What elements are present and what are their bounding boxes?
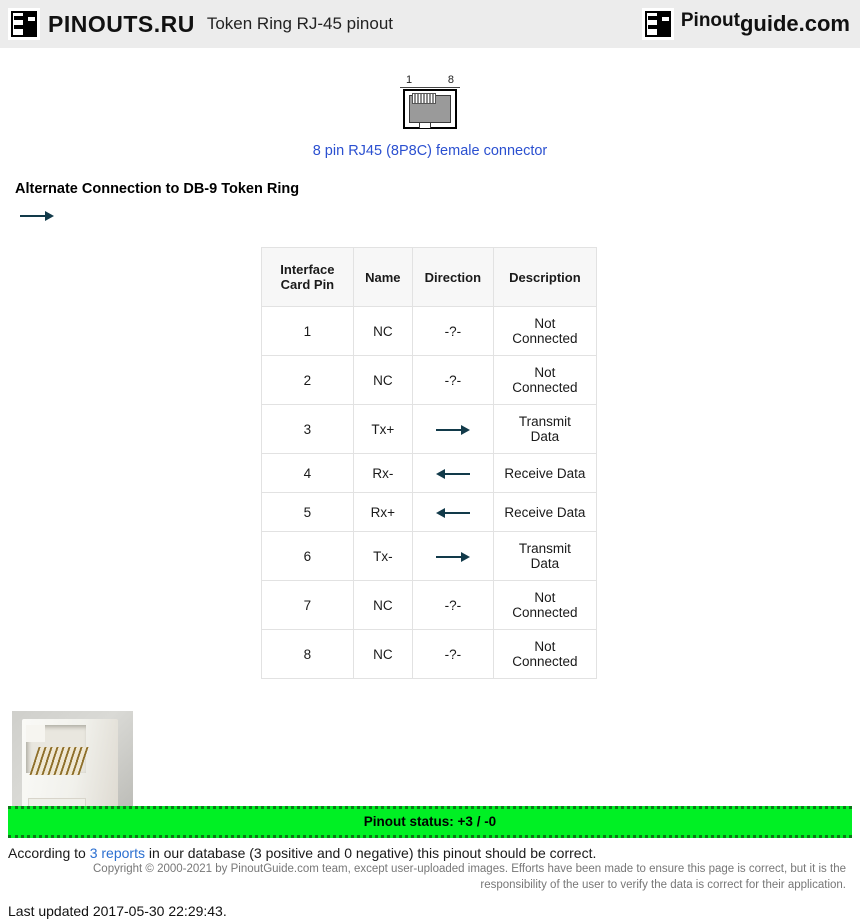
reports-link[interactable]: 3 reports [90,845,145,861]
cell-name: Tx- [352,531,413,581]
cell-name: NC [352,629,413,679]
brand-name: PINOUTS.RU [48,10,195,37]
pinout-table-body: 1 NC -?- Not Connected 2 NC -?- Not Conn… [261,306,598,679]
section-lead-arrow [20,207,54,225]
connector-caption-link[interactable]: 8 pin RJ45 (8P8C) female connector [313,143,548,159]
footer-area: Copyright © 2000-2021 by PinoutGuide.com… [0,862,860,919]
cell-description: Receive Data [492,492,598,532]
table-row: 3 Tx+ Transmit Data [261,404,598,454]
cell-name: NC [352,580,413,630]
site-header: PINOUTS.RU Token Ring RJ-45 pinout Pinou… [0,0,860,48]
cell-pin: 1 [261,306,354,356]
cell-description: Not Connected [492,306,598,356]
cell-direction: -?- [411,629,494,679]
wordmark-guide-com: guide.com [739,11,850,36]
jack-key-notch [26,725,45,742]
cell-pin: 4 [261,453,354,493]
cell-description: Transmit Data [492,404,598,454]
cell-direction [411,453,494,493]
cell-description: Receive Data [492,453,598,493]
cell-direction: -?- [411,306,494,356]
table-row: 6 Tx- Transmit Data [261,531,598,581]
cell-pin: 3 [261,404,354,454]
jack-gold-contacts [29,747,89,775]
connector-logo-icon-right [641,8,674,40]
status-note-suffix: in our database (3 positive and 0 negati… [144,845,597,861]
column-header-name: Name [352,247,413,307]
cell-pin: 6 [261,531,354,581]
table-row: 2 NC -?- Not Connected [261,355,598,405]
cell-name: Tx+ [352,404,413,454]
connector-contacts [412,93,436,104]
cell-pin: 5 [261,492,354,532]
status-note: According to 3 reports in our database (… [8,845,860,861]
cell-direction [411,404,494,454]
cell-name: NC [352,306,413,356]
pin-number-labels: 1 8 [400,74,460,87]
copyright-text: Copyright © 2000-2021 by PinoutGuide.com… [93,863,846,891]
connector-caption[interactable]: 8 pin RJ45 (8P8C) female connector [0,143,860,159]
pinout-table: Interface Card Pin Name Direction Descri… [261,247,598,679]
table-row: 5 Rx+ Receive Data [261,492,598,532]
column-header-direction: Direction [411,247,494,307]
pinoutguide-wordmark: Pinout guide.com [680,10,850,36]
brand-right[interactable]: Pinout guide.com [641,0,850,48]
pin-label-last: 8 [447,74,454,86]
section-heading: Alternate Connection to DB-9 Token Ring [15,181,300,197]
wordmark-pinout: Pinout [680,10,740,31]
cell-direction: -?- [411,355,494,405]
cell-description: Not Connected [492,629,598,679]
pinout-table-wrapper: Interface Card Pin Name Direction Descri… [0,247,860,679]
arrow-right-icon [435,424,470,436]
table-row: 7 NC -?- Not Connected [261,580,598,630]
pin-label-first: 1 [406,74,413,86]
cell-description: Not Connected [492,580,598,630]
arrow-right-icon [20,210,54,222]
cell-name: NC [352,355,413,405]
page-title: Token Ring RJ-45 pinout [206,14,394,33]
column-header-description: Description [492,247,598,307]
cell-description: Not Connected [492,355,598,405]
connector-diagram-block: 1 8 8 pin RJ45 (8P8C) female connector [0,70,860,159]
table-row: 1 NC -?- Not Connected [261,306,598,356]
cell-direction [411,531,494,581]
cell-pin: 8 [261,629,354,679]
connector-outline [403,89,457,129]
pin-label-rule [400,87,460,88]
connector-logo-icon [8,8,40,40]
status-area: Pinout status: +3 / -0 According to 3 re… [0,806,860,861]
cell-direction [411,492,494,532]
arrow-right-icon [435,551,470,563]
arrow-left-icon [435,468,470,480]
status-badge: Pinout status: +3 / -0 [8,806,852,838]
status-note-prefix: According to [8,845,90,861]
cell-name: Rx+ [352,492,413,532]
column-header-pin: Interface Card Pin [261,247,354,307]
cell-description: Transmit Data [492,531,598,581]
table-row: 4 Rx- Receive Data [261,453,598,493]
cell-name: Rx- [352,453,413,493]
connector-latch-tab [419,122,431,128]
table-row: 8 NC -?- Not Connected [261,629,598,679]
rj45-connector-diagram: 1 8 [400,74,460,129]
cell-pin: 2 [261,355,354,405]
cell-pin: 7 [261,580,354,630]
table-header-row: Interface Card Pin Name Direction Descri… [261,247,598,307]
arrow-left-icon [435,507,470,519]
cell-direction: -?- [411,580,494,630]
last-updated-text: Last updated 2017-05-30 22:29:43. [8,903,227,919]
brand-left[interactable]: PINOUTS.RU Token Ring RJ-45 pinout [8,0,393,48]
